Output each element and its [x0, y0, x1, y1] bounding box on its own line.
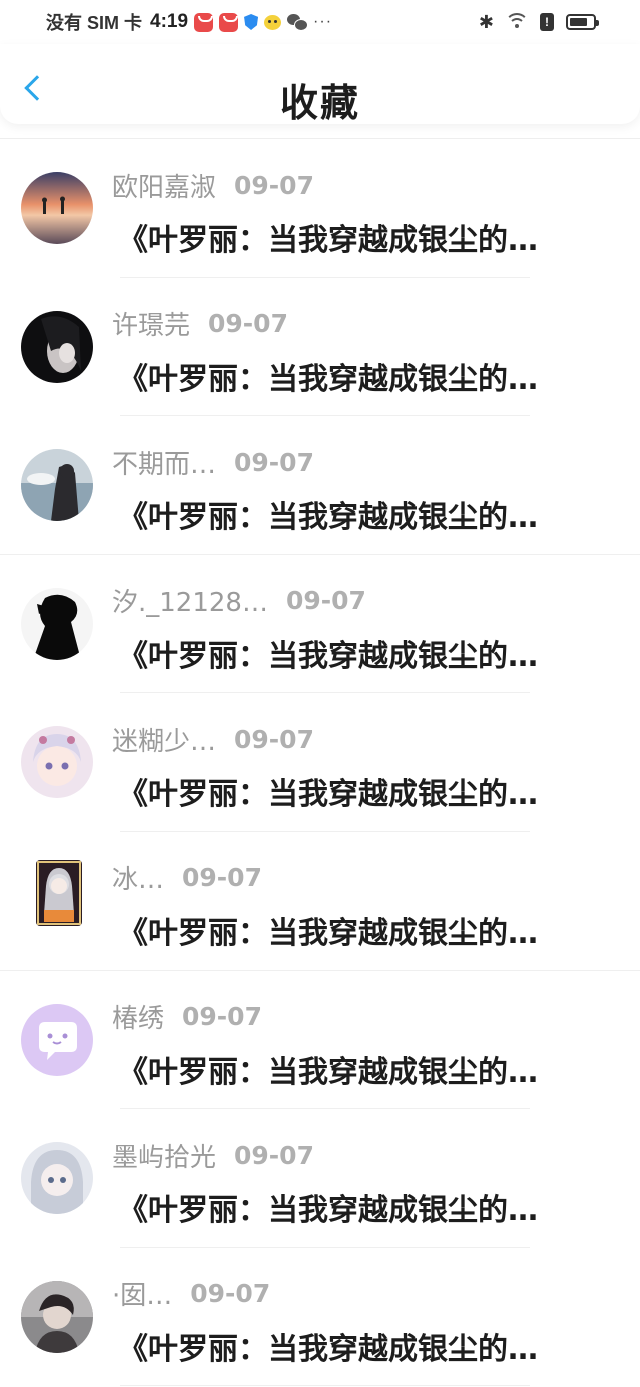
more-notifications-icon: ···: [313, 13, 333, 30]
user-name: 迷糊少…: [112, 726, 217, 757]
wifi-icon: [505, 13, 529, 31]
item-meta: 墨屿拾光 09-07: [112, 1139, 314, 1173]
user-name: ·囡…: [112, 1281, 173, 1312]
page-title: 收藏: [279, 81, 360, 125]
favorite-item[interactable]: 墨屿拾光 09-07 《叶罗丽：当我穿越成银尘的…: [0, 1109, 640, 1248]
bluetooth-icon: ✱: [478, 11, 494, 32]
user-name: 汐._12128…: [112, 588, 268, 619]
avatar[interactable]: [21, 726, 93, 799]
shield-icon: [244, 14, 259, 30]
clock: 4:19: [150, 11, 189, 32]
battery-level: [570, 18, 587, 26]
item-date: 09-07: [182, 1002, 262, 1032]
avatar[interactable]: [21, 587, 93, 660]
item-meta: ·囡… 09-07: [112, 1278, 271, 1312]
header-bar: 收藏: [0, 44, 640, 125]
favorite-item[interactable]: 不期而… 09-07 《叶罗丽：当我穿越成银尘的…: [0, 416, 640, 555]
avatar[interactable]: [21, 1142, 93, 1215]
item-meta: 不期而… 09-07: [112, 446, 314, 480]
avatar[interactable]: [36, 859, 82, 926]
item-meta: 许璟芫 09-07: [112, 308, 288, 342]
user-name: 椿绣: [112, 1004, 165, 1035]
avatar[interactable]: [21, 1280, 93, 1353]
item-date: 09-07: [190, 1279, 271, 1309]
shopping-app-icon: [194, 12, 214, 32]
user-name: 冰…: [112, 865, 165, 896]
message-preview: 《叶罗丽：当我穿越成银尘的…: [118, 638, 538, 674]
message-preview: 《叶罗丽：当我穿越成银尘的…: [118, 1193, 538, 1229]
item-meta: 迷糊少… 09-07: [112, 723, 314, 757]
favorite-item[interactable]: 欧阳嘉淑 09-07 《叶罗丽：当我穿越成银尘的…: [0, 139, 640, 278]
status-right: ✱ !: [478, 9, 599, 35]
item-date: 09-07: [234, 1140, 314, 1170]
favorite-item[interactable]: 汐._12128… 09-07 《叶罗丽：当我穿越成银尘的…: [0, 555, 640, 694]
item-meta: 椿绣 09-07: [112, 1001, 262, 1035]
message-preview: 《叶罗丽：当我穿越成银尘的…: [118, 1054, 538, 1090]
wechat-icon: [287, 14, 309, 31]
status-bar: 没有 SIM 卡 4:19 ··· ✱ !: [0, 0, 640, 44]
user-name: 不期而…: [112, 449, 217, 480]
item-date: 09-07: [234, 447, 314, 477]
favorite-item[interactable]: 许璟芫 09-07 《叶罗丽：当我穿越成银尘的…: [0, 278, 640, 417]
status-left: 没有 SIM 卡 4:19 ···: [46, 8, 332, 36]
chick-icon: [264, 14, 282, 30]
message-preview: 《叶罗丽：当我穿越成银尘的…: [118, 223, 538, 258]
message-preview: 《叶罗丽：当我穿越成银尘的…: [118, 361, 538, 397]
item-date: 09-07: [234, 170, 314, 200]
item-date: 09-07: [182, 863, 262, 893]
item-date: 09-07: [285, 586, 366, 616]
favorite-item[interactable]: 椿绣 09-07 《叶罗丽：当我穿越成银尘的…: [0, 971, 640, 1110]
avatar[interactable]: [21, 1003, 93, 1076]
message-preview: 《叶罗丽：当我穿越成银尘的…: [118, 777, 538, 813]
alert-icon: !: [540, 13, 554, 31]
avatar[interactable]: [21, 172, 93, 244]
favorite-item[interactable]: 迷糊少… 09-07 《叶罗丽：当我穿越成银尘的…: [0, 693, 640, 832]
carrier-label: 没有 SIM 卡: [46, 13, 143, 33]
user-name: 欧阳嘉淑: [112, 172, 217, 203]
item-date: 09-07: [234, 724, 314, 754]
item-meta: 汐._12128… 09-07: [112, 585, 366, 619]
message-preview: 《叶罗丽：当我穿越成银尘的…: [118, 500, 538, 536]
item-meta: 冰… 09-07: [112, 862, 262, 896]
item-meta: 欧阳嘉淑 09-07: [112, 169, 314, 203]
favorite-item[interactable]: ·囡… 09-07 《叶罗丽：当我穿越成银尘的…: [0, 1248, 640, 1387]
shopping-app-icon-2: [219, 12, 239, 32]
favorite-item[interactable]: 冰… 09-07 《叶罗丽：当我穿越成银尘的…: [0, 832, 640, 971]
battery-icon: [566, 14, 599, 30]
user-name: 许璟芫: [112, 311, 191, 342]
user-name: 墨屿拾光: [112, 1142, 217, 1173]
message-preview: 《叶罗丽：当我穿越成银尘的…: [118, 915, 538, 951]
item-date: 09-07: [208, 309, 288, 339]
favorites-list: 欧阳嘉淑 09-07 《叶罗丽：当我穿越成银尘的… 许璟芫 09-07 《叶罗丽：当我穿越…: [0, 138, 640, 1386]
avatar[interactable]: [21, 449, 93, 522]
avatar[interactable]: [21, 310, 93, 383]
message-preview: 《叶罗丽：当我穿越成银尘的…: [118, 1331, 538, 1367]
